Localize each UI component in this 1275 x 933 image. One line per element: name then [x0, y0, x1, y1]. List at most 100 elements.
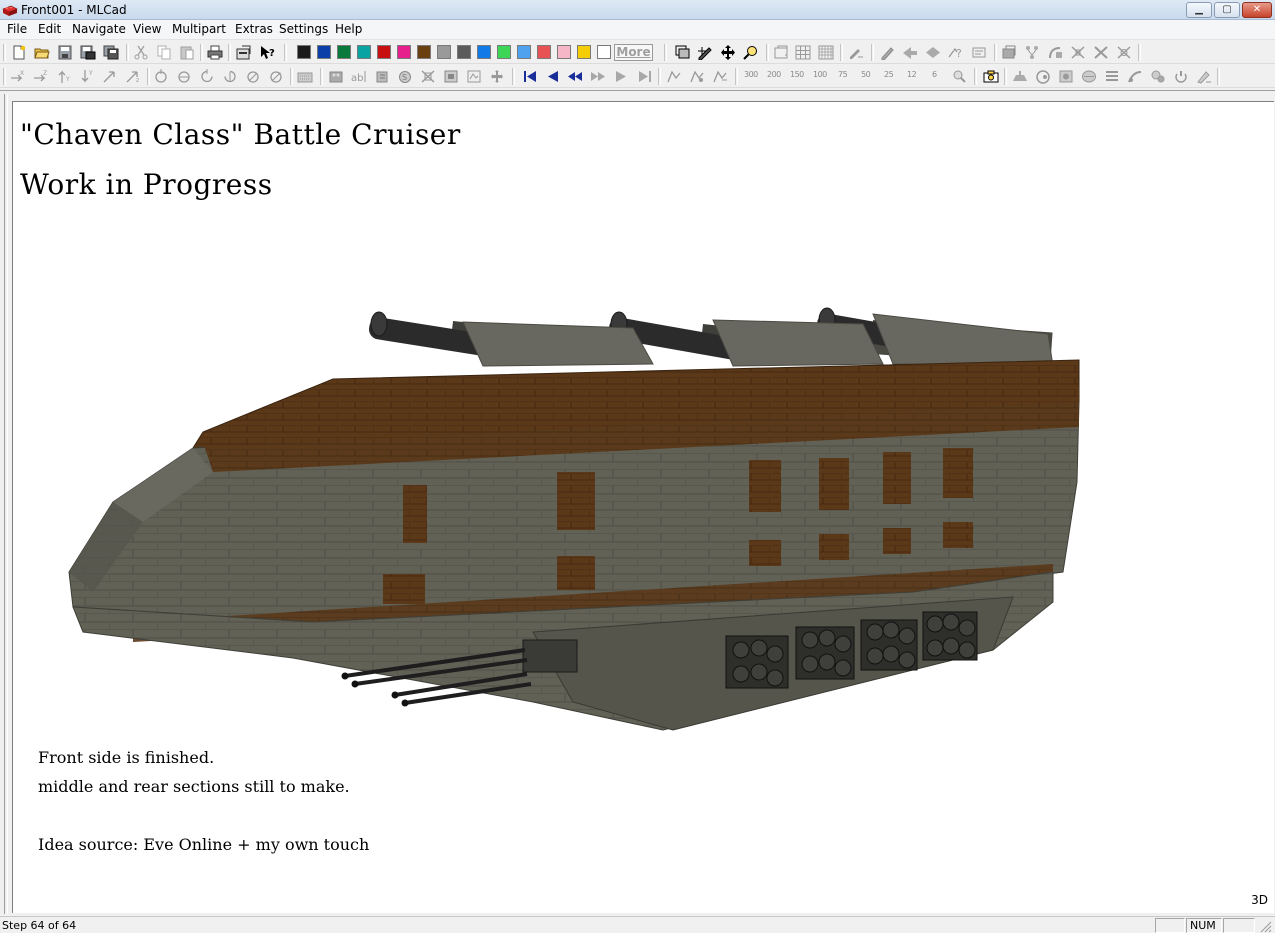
color-swatch-brown[interactable]	[417, 45, 431, 59]
color-swatch-black[interactable]	[297, 45, 311, 59]
keyboard-icon[interactable]	[297, 69, 313, 84]
paste-icon[interactable]	[179, 45, 195, 60]
group-icon[interactable]	[1001, 45, 1017, 60]
screenshot-icon[interactable]	[983, 69, 999, 84]
menu-view[interactable]: View	[133, 22, 161, 36]
color-swatch-light-blue[interactable]	[477, 45, 491, 59]
insert-part-icon[interactable]	[328, 69, 344, 84]
rotate-view-3-icon[interactable]	[712, 69, 728, 84]
menu-help[interactable]: Help	[335, 22, 362, 36]
move-x-icon[interactable]: X	[10, 69, 26, 84]
bend-icon[interactable]	[1047, 45, 1063, 60]
insert-text-icon[interactable]: ab	[351, 69, 367, 84]
zoom-25-button[interactable]: 25	[884, 70, 894, 79]
color-swatch-magenta[interactable]	[397, 45, 411, 59]
next-step-icon[interactable]	[613, 69, 629, 84]
color-swatch-white[interactable]	[597, 45, 611, 59]
properties-icon[interactable]	[236, 45, 252, 60]
rotate-y-icon[interactable]	[199, 69, 215, 84]
brick-tool-2-icon[interactable]	[1035, 69, 1051, 84]
brick-tool-4-icon[interactable]	[1081, 69, 1097, 84]
first-step-icon[interactable]	[522, 69, 538, 84]
rotate-y2-icon[interactable]	[222, 69, 238, 84]
color-swatch-teal[interactable]	[357, 45, 371, 59]
brick-edit-icon[interactable]	[848, 45, 864, 60]
rotate-cw-icon[interactable]	[153, 69, 169, 84]
zoom-150-button[interactable]: 150	[790, 70, 804, 79]
model-view-3d[interactable]: "Chaven Class" Battle Cruiser Work in Pr…	[12, 101, 1274, 913]
rotate-view-icon[interactable]	[666, 69, 682, 84]
rotate-free-icon[interactable]	[245, 69, 261, 84]
color-swatch-sky-blue[interactable]	[517, 45, 531, 59]
color-swatch-red[interactable]	[377, 45, 391, 59]
color-swatch-pink[interactable]	[557, 45, 571, 59]
move-y-icon[interactable]: Y	[56, 69, 72, 84]
cut-icon[interactable]	[133, 45, 149, 60]
move-y-down-icon[interactable]: Y	[79, 69, 95, 84]
color-swatch-green[interactable]	[337, 45, 351, 59]
move-icon[interactable]	[720, 45, 736, 60]
color-swatch-salmon[interactable]	[537, 45, 551, 59]
close-button[interactable]: ✕	[1242, 2, 1272, 18]
context-help-icon[interactable]: ?	[259, 45, 275, 60]
minimize-button[interactable]: ▁	[1186, 2, 1212, 18]
save-all-icon[interactable]	[103, 45, 119, 60]
insert-rotation-icon[interactable]: S	[397, 69, 413, 84]
tree-icon[interactable]	[1024, 45, 1040, 60]
toolbar-grip[interactable]	[3, 44, 6, 61]
move-z-icon[interactable]: Z	[33, 69, 49, 84]
brick-tool-9-icon[interactable]	[1196, 69, 1212, 84]
menu-extras[interactable]: Extras	[235, 22, 273, 36]
insert-ghost-icon[interactable]	[466, 69, 482, 84]
last-step-icon[interactable]	[637, 69, 653, 84]
query-part-icon[interactable]: ?	[948, 45, 964, 60]
grid-fine-icon[interactable]	[818, 45, 834, 60]
menu-edit[interactable]: Edit	[38, 22, 61, 36]
pane-splitter[interactable]	[4, 94, 8, 914]
color-swatch-yellow[interactable]	[577, 45, 591, 59]
zoom-100-button[interactable]: 100	[813, 70, 827, 79]
diamond-shape-icon[interactable]	[925, 45, 941, 60]
color-swatch-blue[interactable]	[317, 45, 331, 59]
menu-file[interactable]: File	[7, 22, 27, 36]
maximize-button[interactable]: ▢	[1214, 2, 1240, 18]
open-file-icon[interactable]	[34, 45, 50, 60]
zoom-6-button[interactable]: 6	[932, 70, 937, 79]
cross-tool-3-icon[interactable]	[1116, 45, 1132, 60]
save-icon[interactable]	[57, 45, 73, 60]
insert-step-icon[interactable]	[374, 69, 390, 84]
new-file-icon[interactable]	[11, 45, 27, 60]
arrow-left-shape-icon[interactable]	[902, 45, 918, 60]
brick-tool-3-icon[interactable]	[1058, 69, 1074, 84]
insert-buffer-icon[interactable]	[443, 69, 459, 84]
select-parts-icon[interactable]	[675, 45, 691, 60]
grid-coarse-icon[interactable]	[795, 45, 811, 60]
zoom-200-button[interactable]: 200	[767, 70, 781, 79]
rotate-free-2-icon[interactable]	[268, 69, 284, 84]
view-mode-1-icon[interactable]	[773, 45, 789, 60]
color-swatch-dark-gray[interactable]	[457, 45, 471, 59]
rotate-x-icon[interactable]	[102, 69, 118, 84]
brick-tool-6-icon[interactable]	[1127, 69, 1143, 84]
rotate-ccw-icon[interactable]	[176, 69, 192, 84]
toolbar-grip[interactable]	[664, 44, 667, 61]
menu-settings[interactable]: Settings	[279, 22, 328, 36]
rotate-z-icon[interactable]: z	[125, 69, 141, 84]
more-colors-button[interactable]: More	[614, 44, 653, 61]
insert-clear-icon[interactable]	[420, 69, 436, 84]
save-as-icon[interactable]	[80, 45, 96, 60]
cross-tool-2-icon[interactable]	[1093, 45, 1109, 60]
edit-part-icon[interactable]	[697, 45, 713, 60]
pen-icon[interactable]	[879, 45, 895, 60]
menu-navigate[interactable]: Navigate	[72, 22, 126, 36]
comment-icon[interactable]	[971, 45, 987, 60]
color-swatch-light-gray[interactable]	[437, 45, 451, 59]
print-icon[interactable]	[207, 45, 223, 60]
zoom-50-button[interactable]: 50	[861, 70, 871, 79]
brick-tool-1-icon[interactable]	[1012, 69, 1028, 84]
zoom-magnifier-icon[interactable]	[951, 69, 967, 84]
cross-tool-icon[interactable]	[1070, 45, 1086, 60]
color-swatch-light-green[interactable]	[497, 45, 511, 59]
menu-multipart[interactable]: Multipart	[172, 22, 226, 36]
brick-tool-5-icon[interactable]	[1104, 69, 1120, 84]
